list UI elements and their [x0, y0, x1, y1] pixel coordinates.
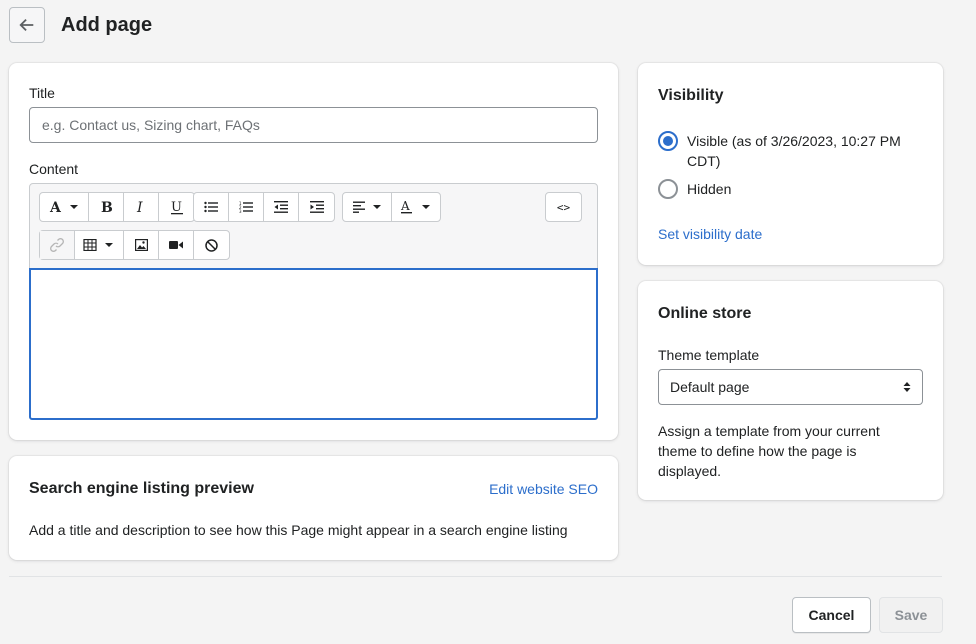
- arrow-left-icon: [19, 18, 34, 32]
- svg-text:B: B: [101, 200, 113, 214]
- online-store-card: Online store Theme template Default page…: [638, 281, 943, 500]
- bullet-list-button[interactable]: [194, 193, 229, 221]
- svg-text:A: A: [49, 200, 62, 214]
- table-dropdown[interactable]: [75, 231, 124, 259]
- indent-button[interactable]: [299, 193, 334, 221]
- title-input[interactable]: [29, 107, 598, 143]
- edit-seo-link[interactable]: Edit website SEO: [489, 479, 598, 499]
- text-format-group: A B I U: [39, 192, 195, 222]
- alignment-color-group: A: [342, 192, 441, 222]
- page-content-card: Title Content A B I: [9, 63, 618, 440]
- footer-divider: [9, 576, 942, 577]
- italic-button[interactable]: I: [124, 193, 159, 221]
- code-view-button[interactable]: <>: [546, 193, 581, 221]
- underline-icon: U: [170, 200, 183, 215]
- visible-radio-option[interactable]: Visible (as of 3/26/2023, 10:27 PM CDT): [658, 131, 928, 171]
- title-label: Title: [29, 85, 55, 101]
- visible-radio[interactable]: [658, 131, 678, 151]
- link-icon: [50, 238, 64, 252]
- numbered-list-button[interactable]: 1 2 3: [229, 193, 264, 221]
- svg-text:A: A: [400, 200, 410, 213]
- hidden-radio-option[interactable]: Hidden: [658, 179, 731, 199]
- bold-button[interactable]: B: [89, 193, 124, 221]
- theme-template-help: Assign a template from your current them…: [658, 423, 880, 479]
- visible-radio-label: Visible (as of 3/26/2023, 10:27 PM CDT): [687, 133, 901, 169]
- numbered-list-icon: 1 2 3: [239, 201, 253, 213]
- select-arrows-icon: [903, 382, 911, 392]
- content-editor-area[interactable]: [29, 268, 598, 420]
- save-button[interactable]: Save: [879, 597, 943, 633]
- code-view-group: <>: [545, 192, 582, 222]
- outdent-icon: [274, 201, 288, 213]
- visibility-heading: Visibility: [658, 87, 724, 104]
- seo-preview-card: Search engine listing preview Edit websi…: [9, 456, 618, 560]
- cancel-button[interactable]: Cancel: [792, 597, 871, 633]
- svg-text:3: 3: [239, 209, 242, 213]
- table-icon: [83, 239, 113, 251]
- theme-template-value: Default page: [670, 379, 750, 395]
- text-color-dropdown[interactable]: A: [392, 193, 440, 221]
- visibility-card: Visibility Visible (as of 3/26/2023, 10:…: [638, 63, 943, 265]
- list-group: 1 2 3: [193, 192, 335, 222]
- clear-formatting-icon: [205, 238, 218, 252]
- image-icon: [134, 239, 148, 251]
- text-color-icon: A: [400, 200, 430, 214]
- indent-icon: [309, 201, 324, 213]
- video-button[interactable]: [159, 231, 194, 259]
- text-format-icon: A: [49, 200, 78, 214]
- hidden-radio-label: Hidden: [687, 181, 732, 197]
- italic-icon: I: [136, 200, 143, 214]
- underline-button[interactable]: U: [159, 193, 194, 221]
- align-icon: [353, 201, 381, 213]
- rich-text-editor: A B I U 1 2 3 A <>: [29, 183, 598, 420]
- set-visibility-date-link[interactable]: Set visibility date: [658, 224, 762, 244]
- align-dropdown[interactable]: [343, 193, 392, 221]
- bold-icon: B: [101, 200, 113, 214]
- seo-heading: Search engine listing preview: [29, 480, 254, 497]
- svg-text:U: U: [171, 200, 182, 215]
- back-button[interactable]: [9, 7, 45, 43]
- hidden-radio[interactable]: [658, 179, 678, 199]
- page-title: Add page: [61, 14, 153, 36]
- svg-text:I: I: [136, 200, 143, 214]
- bullet-list-icon: [204, 201, 218, 213]
- content-label: Content: [29, 161, 79, 177]
- clear-formatting-button[interactable]: [194, 231, 229, 259]
- code-view-icon: <>: [556, 200, 571, 214]
- link-button[interactable]: [40, 231, 75, 259]
- outdent-button[interactable]: [264, 193, 299, 221]
- image-button[interactable]: [124, 231, 159, 259]
- insert-group: [39, 230, 230, 260]
- theme-template-select[interactable]: Default page: [658, 369, 923, 405]
- seo-description: Add a title and description to see how t…: [29, 522, 568, 538]
- video-icon: [169, 241, 183, 249]
- online-store-heading: Online store: [658, 305, 752, 322]
- text-format-dropdown[interactable]: A: [40, 193, 89, 221]
- theme-template-label: Theme template: [658, 347, 760, 363]
